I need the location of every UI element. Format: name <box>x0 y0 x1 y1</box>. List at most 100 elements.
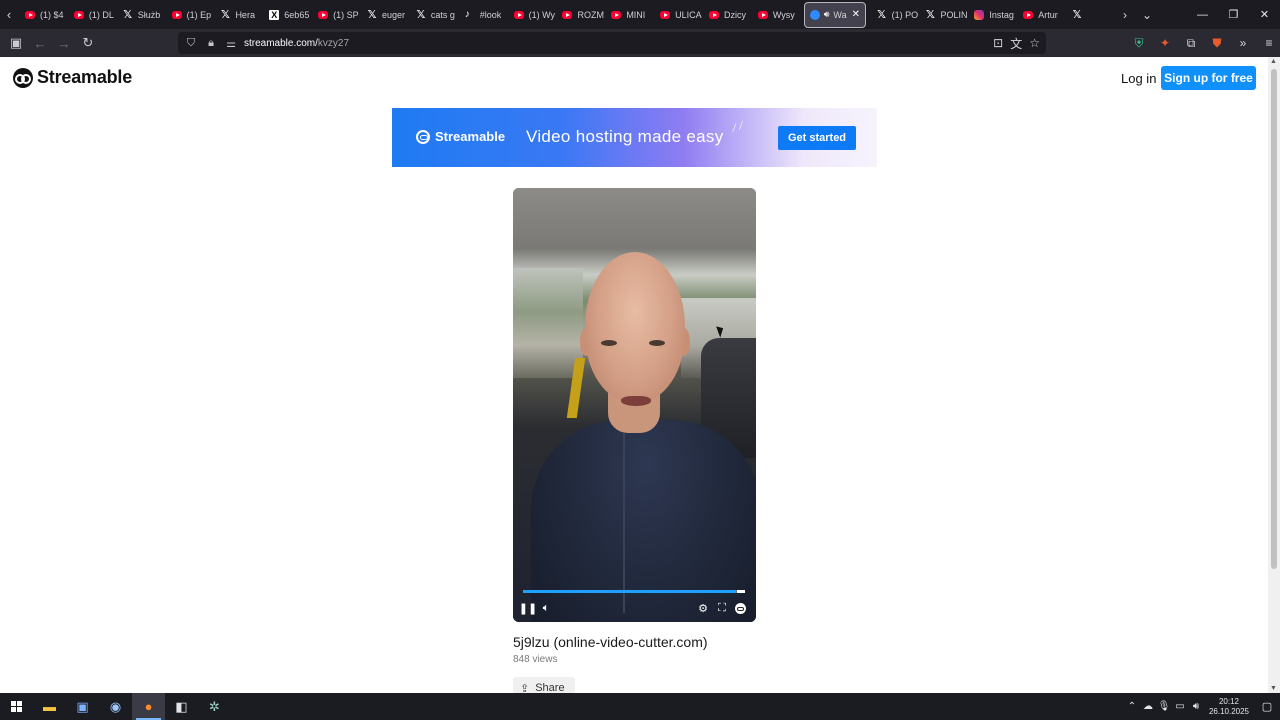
browser-tab[interactable]: (1) DL <box>67 0 116 29</box>
extensions-area: ⛨ ✦ ⧉ ⛊ » ≡ <box>1130 29 1278 57</box>
banner-streamable-icon <box>416 129 430 144</box>
permissions-icon[interactable]: ⚌ <box>224 37 238 50</box>
browser-tab[interactable]: (1) Ep <box>165 0 214 29</box>
browser-tab[interactable]: 𝕏 Hera <box>213 0 262 29</box>
firefox-icon[interactable]: ● <box>132 693 165 720</box>
fullscreen-icon[interactable]: ⛶ <box>714 600 730 616</box>
share-button[interactable]: ⇪ Share <box>513 677 575 693</box>
file-explorer-icon[interactable]: ▬ <box>33 693 66 720</box>
browser-tab[interactable]: 𝕏cats g <box>409 0 458 29</box>
video-frame-mouth <box>621 396 651 406</box>
microphone-icon[interactable]: 🎙︎ <box>1156 693 1172 720</box>
login-link[interactable]: Log in <box>1121 71 1156 86</box>
scrollbar-thumb[interactable] <box>1271 69 1277 569</box>
scroll-down-icon[interactable]: ▼ <box>1270 685 1277 692</box>
pause-icon[interactable]: ❚❚ <box>519 600 537 616</box>
browser-tab[interactable]: ♪ #look <box>458 0 507 29</box>
browser-tab[interactable]: X 6eb65 <box>262 0 311 29</box>
youtube-icon <box>757 10 768 19</box>
onedrive-cloud-icon[interactable]: ☁ <box>1140 693 1156 720</box>
close-tab-icon[interactable]: ✕ <box>852 9 860 20</box>
system-tray: ⌃ ☁ 🎙︎ ▭ 🔊︎ 20:12 26.10.2025 ▢ <box>1124 693 1280 720</box>
get-started-button[interactable]: Get started <box>778 126 856 150</box>
logo-text: Streamable <box>37 67 133 87</box>
signup-button[interactable]: Sign up for free <box>1161 66 1256 90</box>
video-player[interactable]: ❚❚ 🔈︎ ⚙ ⛶ <box>513 188 756 622</box>
browser-tab[interactable]: (1) $4 <box>18 0 67 29</box>
app-icon[interactable]: ✲ <box>198 693 231 720</box>
windows-logo-icon <box>11 701 22 712</box>
hamburger-menu-icon[interactable]: ≡ <box>1260 34 1278 52</box>
tab-title: Wa <box>833 9 847 20</box>
volume-icon[interactable]: 🔈︎ <box>538 600 554 616</box>
browser-tab[interactable]: ROZM <box>555 0 604 29</box>
browser-tab[interactable]: 𝕏 Służb <box>116 0 165 29</box>
reader-view-icon[interactable]: ⊡ <box>993 36 1003 50</box>
video-progress-bar[interactable] <box>523 590 745 593</box>
capcut-icon[interactable]: ◧ <box>165 693 198 720</box>
address-bar[interactable]: ⛉ 🔒︎ ⚌ streamable.com/kvzy27 ⊡ 文 ☆ <box>178 32 1046 54</box>
back-icon[interactable]: ← <box>28 29 52 57</box>
browser-tab[interactable]: Dzicy <box>702 0 751 29</box>
youtube-icon <box>1023 10 1034 19</box>
browser-tab[interactable]: 𝕏 (1) PO <box>870 0 919 29</box>
translate-icon[interactable]: 文 <box>1010 35 1022 52</box>
network-icon[interactable]: ▭ <box>1172 693 1188 720</box>
bookmark-star-icon[interactable]: ☆ <box>1029 36 1040 50</box>
restore-icon[interactable]: ❐ <box>1218 0 1249 29</box>
browser-tab[interactable]: Instag <box>967 0 1016 29</box>
browser-tab[interactable]: 𝕏 <box>1065 0 1114 29</box>
browser-tab[interactable]: (1) SP <box>311 0 360 29</box>
sidebar-toggle-icon[interactable]: ▣ <box>4 29 28 57</box>
browser-tab[interactable]: Wysy <box>751 0 800 29</box>
tray-overflow-icon[interactable]: ⌃ <box>1124 693 1140 720</box>
ublock-icon[interactable]: ⛊ <box>1208 34 1226 52</box>
browser-tab[interactable]: Artur <box>1016 0 1065 29</box>
list-all-tabs-icon[interactable]: ⌄ <box>1136 0 1158 29</box>
video-controls: ❚❚ 🔈︎ ⚙ ⛶ <box>513 600 756 618</box>
lock-icon[interactable]: 🔒︎ <box>204 37 218 50</box>
close-window-icon[interactable]: ✕ <box>1249 0 1280 29</box>
steam-icon[interactable]: ◉ <box>99 693 132 720</box>
url-text[interactable]: streamable.com/kvzy27 <box>244 38 349 49</box>
notification-icon[interactable]: ▢ <box>1254 693 1280 720</box>
remote-desktop-icon[interactable]: ▣ <box>66 693 99 720</box>
streamable-brand-icon[interactable] <box>732 600 748 616</box>
url-path: kvzy27 <box>317 37 350 49</box>
minimize-icon[interactable]: — <box>1187 0 1218 29</box>
windows-taskbar: ▬ ▣ ◉ ● ◧ ✲ ⌃ ☁ 🎙︎ ▭ 🔊︎ 20:12 26.10.2025… <box>0 693 1280 720</box>
speaker-icon[interactable]: 🔊︎ <box>1188 693 1204 720</box>
streamable-logo-icon <box>13 67 33 88</box>
vpn-shield-icon[interactable]: ⛨ <box>1130 34 1148 52</box>
browser-tab[interactable]: ULICA <box>653 0 702 29</box>
tab-scroll-right-icon[interactable]: › <box>1114 0 1136 29</box>
video-frame-eye <box>601 340 617 346</box>
streamable-logo[interactable]: Streamable <box>13 67 132 88</box>
page-scrollbar[interactable]: ▲ ▼ <box>1268 57 1280 693</box>
browser-tab[interactable]: 𝕏 POLIN <box>918 0 967 29</box>
forward-icon[interactable]: → <box>52 29 76 57</box>
start-button[interactable] <box>0 693 33 720</box>
share-icon: ⇪ <box>520 682 530 694</box>
tab-title: Artur <box>1038 9 1058 20</box>
tab-title: 6eb65 <box>284 9 310 20</box>
youtube-icon <box>611 10 622 19</box>
browser-tab[interactable]: (1) Wy <box>507 0 556 29</box>
youtube-icon <box>709 10 720 19</box>
tracking-protection-icon[interactable]: ⛉ <box>184 37 198 50</box>
tab-scroll-left-icon[interactable]: ‹ <box>0 0 18 29</box>
reload-icon[interactable]: ↻ <box>76 29 100 57</box>
scroll-up-icon[interactable]: ▲ <box>1270 58 1277 65</box>
tab-active[interactable]: 🔊︎ Wa ✕ <box>803 1 866 28</box>
extension-fox-icon[interactable]: ✦ <box>1156 34 1174 52</box>
tab-audio-playing-icon[interactable]: 🔊︎ <box>824 9 830 20</box>
youtube-icon <box>73 10 84 19</box>
extensions-puzzle-icon[interactable]: ⧉ <box>1182 34 1200 52</box>
overflow-menu-icon[interactable]: » <box>1234 34 1252 52</box>
settings-gear-icon[interactable]: ⚙ <box>695 600 711 616</box>
browser-tab[interactable]: MINI <box>604 0 653 29</box>
tab-title: (1) PO <box>891 9 919 20</box>
browser-tab[interactable]: 𝕏euger <box>360 0 409 29</box>
promo-banner[interactable]: Streamable Video hosting made easy ⟋⟋ Ge… <box>392 108 877 167</box>
clock[interactable]: 20:12 26.10.2025 <box>1204 693 1254 720</box>
